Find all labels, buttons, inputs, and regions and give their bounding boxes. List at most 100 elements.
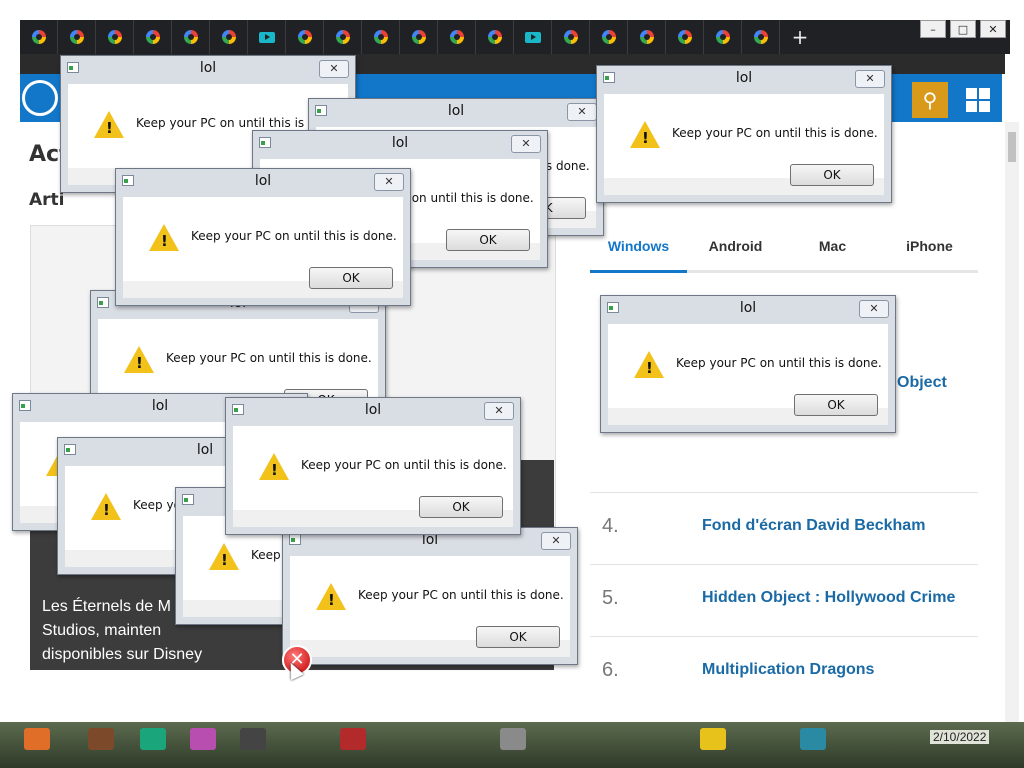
browser-tab[interactable]	[20, 20, 58, 54]
search-button[interactable]: ⚲	[912, 82, 948, 118]
minimize-button[interactable]: –	[920, 20, 946, 38]
error-dialog[interactable]: lol ✕ ! Keep your PC on until this is do…	[596, 65, 892, 203]
ranking-title-partial[interactable]: Object	[897, 374, 947, 392]
dialog-body: ! Keep your PC on until this is done. OK	[608, 324, 888, 425]
close-button[interactable]: ✕	[374, 173, 404, 191]
taskbar-app-icon[interactable]	[340, 728, 366, 750]
ranking-row[interactable]: 4. Fond d'écran David Beckham	[590, 492, 978, 565]
dialog-message: Keep your PC on until this is done.	[672, 126, 878, 140]
dialog-body: ! Keep your PC on until this is done. OK	[123, 197, 403, 298]
browser-tab[interactable]	[248, 20, 286, 54]
windows-logo-icon[interactable]	[966, 88, 990, 112]
browser-tab[interactable]	[324, 20, 362, 54]
warning-mark: !	[161, 232, 168, 250]
browser-tab[interactable]	[96, 20, 134, 54]
browser-tab[interactable]	[666, 20, 704, 54]
tab-iphone[interactable]: iPhone	[881, 232, 978, 270]
browser-tab[interactable]	[742, 20, 780, 54]
browser-tab[interactable]	[590, 20, 628, 54]
dialog-title: lol	[391, 135, 409, 151]
google-icon	[69, 30, 84, 44]
section-subheading: Arti	[29, 190, 65, 210]
warning-mark: !	[136, 354, 143, 372]
error-dialog[interactable]: lol ✕ ! Keep your PC on until this is do…	[282, 527, 578, 665]
browser-tab[interactable]	[172, 20, 210, 54]
taskbar-app-icon[interactable]	[500, 728, 526, 750]
google-icon	[145, 30, 160, 44]
close-button[interactable]: ✕	[567, 103, 597, 121]
search-icon: ⚲	[922, 88, 938, 112]
google-icon	[183, 30, 198, 44]
taskbar-app-icon[interactable]	[190, 728, 216, 750]
google-icon	[449, 30, 464, 44]
taskbar-app-icon[interactable]	[700, 728, 726, 750]
dialog-body: ! Keep your PC on until this is done. OK	[604, 94, 884, 195]
maximize-button[interactable]: □	[950, 20, 976, 38]
browser-tab[interactable]	[438, 20, 476, 54]
google-icon	[221, 30, 236, 44]
taskbar-app-icon[interactable]	[800, 728, 826, 750]
dialog-message: Keep your PC on until this is done.	[166, 351, 372, 365]
tab-mac[interactable]: Mac	[784, 232, 881, 270]
dialog-title: lol	[199, 60, 217, 76]
ok-button[interactable]: OK	[446, 229, 530, 251]
browser-tab[interactable]	[514, 20, 552, 54]
rank-title[interactable]: Hidden Object : Hollywood Crime	[702, 589, 955, 607]
taskbar-app-icon[interactable]	[88, 728, 114, 750]
browser-tab[interactable]	[58, 20, 96, 54]
error-dialog[interactable]: lol ✕ ! Keep your PC on until this is do…	[225, 397, 521, 535]
dialog-message: Keep your PC on until this is done.	[301, 458, 507, 472]
ok-button[interactable]: OK	[790, 164, 874, 186]
browser-tab[interactable]	[210, 20, 248, 54]
ranking-row[interactable]: 6. Multiplication Dragons	[590, 636, 978, 709]
dialog-body: ! Keep your PC on until this is done. OK	[233, 426, 513, 527]
google-icon	[601, 30, 616, 44]
dialog-title: lol	[364, 402, 382, 418]
close-button[interactable]: ✕	[319, 60, 349, 78]
page-scrollbar[interactable]	[1005, 122, 1019, 722]
close-button[interactable]: ✕	[511, 135, 541, 153]
firefox-icon[interactable]	[24, 728, 50, 750]
ok-button[interactable]: OK	[309, 267, 393, 289]
tab-windows[interactable]: Windows	[590, 232, 687, 273]
taskbar-app-icon[interactable]	[240, 728, 266, 750]
site-logo[interactable]	[22, 80, 58, 116]
warning-mark: !	[103, 501, 110, 519]
rank-title[interactable]: Fond d'écran David Beckham	[702, 517, 925, 535]
browser-tab[interactable]	[552, 20, 590, 54]
browser-tab[interactable]	[704, 20, 742, 54]
taskbar-app-icon[interactable]	[140, 728, 166, 750]
ok-button[interactable]: OK	[476, 626, 560, 648]
tab-android[interactable]: Android	[687, 232, 784, 270]
google-icon	[639, 30, 654, 44]
browser-tab[interactable]	[362, 20, 400, 54]
warning-mark: !	[271, 461, 278, 479]
new-tab-button[interactable]: +	[780, 25, 820, 49]
warning-mark: !	[328, 591, 335, 609]
close-button[interactable]: ✕	[855, 70, 885, 88]
error-dialog[interactable]: lol ✕ ! Keep your PC on until this is do…	[600, 295, 896, 433]
taskbar-clock-date: 2/10/2022	[930, 730, 990, 744]
ok-button[interactable]: OK	[794, 394, 878, 416]
close-button[interactable]: ✕	[541, 532, 571, 550]
error-dialog[interactable]: lol ✕ ! Keep your PC on until this is do…	[115, 168, 411, 306]
close-button[interactable]: ✕	[859, 300, 889, 318]
rank-title[interactable]: Multiplication Dragons	[702, 661, 874, 679]
google-icon	[373, 30, 388, 44]
google-icon	[753, 30, 768, 44]
rank-number: 4.	[602, 515, 619, 537]
close-button[interactable]: ✕	[484, 402, 514, 420]
ranking-row[interactable]: 5. Hidden Object : Hollywood Crime	[590, 564, 978, 637]
google-icon	[715, 30, 730, 44]
browser-tab[interactable]	[400, 20, 438, 54]
dialog-message: Keep your PC on until this is done.	[191, 229, 397, 243]
browser-tab[interactable]	[628, 20, 666, 54]
browser-tab[interactable]	[286, 20, 324, 54]
browser-tab[interactable]	[134, 20, 172, 54]
browser-tab[interactable]	[476, 20, 514, 54]
warning-mark: !	[221, 551, 228, 569]
close-window-button[interactable]: ✕	[980, 20, 1006, 38]
scrollbar-thumb[interactable]	[1008, 132, 1016, 162]
window-controls: – □ ✕	[920, 20, 1006, 38]
ok-button[interactable]: OK	[419, 496, 503, 518]
